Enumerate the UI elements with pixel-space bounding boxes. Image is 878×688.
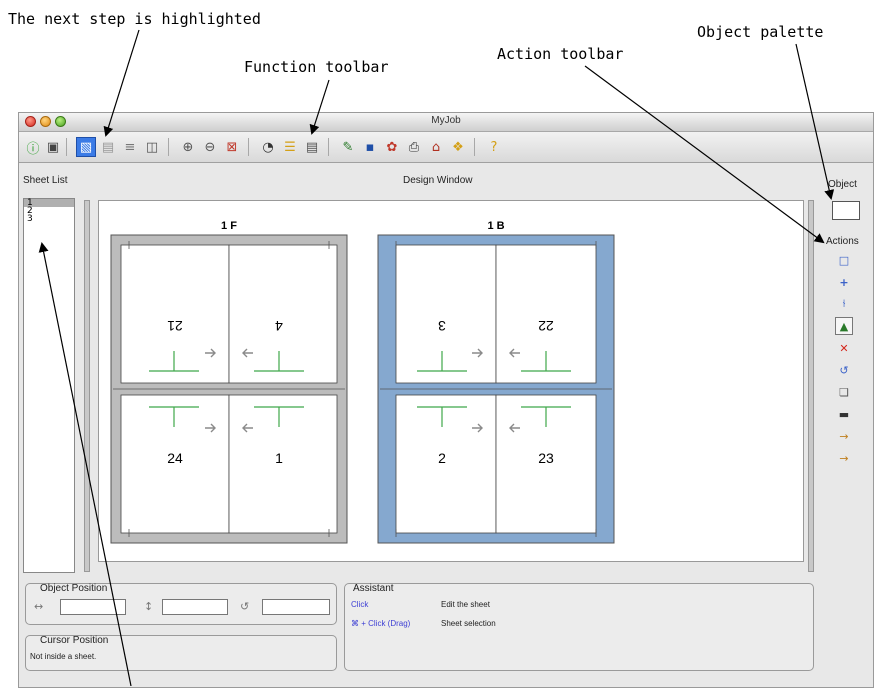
assistant-description: Edit the sheet [441,600,490,609]
horizontal-position-icon: ↔ [34,600,44,613]
multi-sheet-icon[interactable]: ◫ [142,137,162,157]
page-number: 1 [275,450,283,466]
zoom-in-icon[interactable]: ⊕ [178,137,198,157]
x-position-field[interactable] [60,599,126,615]
frame-icon[interactable]: □ [835,251,853,269]
move-in-icon[interactable]: → [835,427,853,445]
object-palette-rectangle[interactable] [832,201,860,220]
cursor-position-panel: Cursor Position Not inside a sheet. [25,635,337,671]
page-number: 21 [167,318,183,334]
page-number: 23 [538,450,554,466]
callout-function-toolbar: Function toolbar [244,58,389,76]
window-title: MyJob [431,115,461,126]
page-number: 22 [538,318,554,334]
sheet-list-label: Sheet List [23,175,68,186]
rotation-field[interactable] [262,599,330,615]
zoom-fit-icon[interactable]: ⊠ [222,137,242,157]
save-icon[interactable]: ▣ [43,137,63,157]
print-icon[interactable]: ⎙ [404,137,424,157]
app-window: MyJob ⓘ ▣ ▧ ▤ ≡ ◫ ⊕ ⊖ ⊠ ◔ ☰ ▤ ✎ ▪ ✿ ⎙ ⌂ … [18,112,874,688]
tag-icon[interactable]: ❖ [448,137,468,157]
sheet-view-icon[interactable]: ▧ [76,137,96,157]
settings-icon[interactable]: ✿ [382,137,402,157]
cursor-position-title: Cursor Position [40,635,109,646]
fill-icon[interactable]: ▬ [835,405,853,423]
add-icon[interactable]: + [835,273,853,291]
cursor-position-text: Not inside a sheet. [30,652,97,661]
rotate-icon[interactable]: ↺ [835,361,853,379]
move-out-icon[interactable]: → [835,449,853,467]
title-bar: MyJob [19,113,873,132]
split-icon[interactable]: ⫮ [835,295,853,313]
sheet-1b-label: 1 B [487,220,504,232]
callout-object-palette: Object palette [697,23,824,41]
design-window-scrollbar[interactable] [808,200,814,572]
assistant-action: Click [351,600,369,609]
assistant-panel: Assistant Click Edit the sheet ⌘ + Click… [344,583,814,671]
page-number: 2 [438,450,446,466]
actions-label: Actions [826,236,859,247]
sheet-1f[interactable] [110,234,348,544]
stack-icon[interactable]: ≡ [120,137,140,157]
info-icon[interactable]: ⓘ [23,137,43,157]
assistant-title: Assistant [353,583,394,594]
sheet-1f-label: 1 F [221,220,237,232]
help-icon[interactable]: ? [484,137,504,157]
callout-action-toolbar: Action toolbar [497,45,624,63]
object-position-panel: Object Position ↔ ↕ ↺ [25,583,337,625]
design-window[interactable]: 1 F 1 B 21 4 3 22 24 1 2 23 [98,200,804,562]
rotation-icon: ↺ [240,600,250,613]
assistant-action: ⌘ + Click (Drag) [351,619,411,628]
sheet-1b[interactable] [377,234,615,544]
layout-icon[interactable]: ▤ [98,137,118,157]
page-number: 4 [275,318,283,334]
sheet-list-scrollbar[interactable] [84,200,90,572]
design-window-label: Design Window [403,175,473,186]
object-position-title: Object Position [40,583,108,594]
color-wheel-icon[interactable]: ◔ [258,137,278,157]
stack-print-icon[interactable]: ▤ [302,137,322,157]
page-number: 24 [167,450,183,466]
sheet-list: 1 2 3 [23,198,75,573]
sheet-list-item[interactable]: 3 [24,215,74,224]
copy-icon[interactable]: ❏ [835,383,853,401]
page-number: 3 [438,318,446,334]
edit-icon[interactable]: ✎ [338,137,358,157]
vertical-position-icon: ↕ [144,600,154,613]
page-icon[interactable]: ▪ [360,137,380,157]
y-position-field[interactable] [162,599,228,615]
layers-icon[interactable]: ☰ [280,137,300,157]
marks-icon[interactable]: ▲ [835,317,853,335]
zoom-out-icon[interactable]: ⊖ [200,137,220,157]
assistant-description: Sheet selection [441,619,496,628]
object-palette-label: Object [828,179,857,190]
callout-next-step: The next step is highlighted [8,10,261,28]
sheet-layout: 1 F 1 B 21 4 3 22 24 1 2 23 [110,220,615,544]
delete-icon[interactable]: ✕ [835,339,853,357]
shop-icon[interactable]: ⌂ [426,137,446,157]
function-toolbar: ⓘ ▣ ▧ ▤ ≡ ◫ ⊕ ⊖ ⊠ ◔ ☰ ▤ ✎ ▪ ✿ ⎙ ⌂ ❖ ? [19,132,873,163]
